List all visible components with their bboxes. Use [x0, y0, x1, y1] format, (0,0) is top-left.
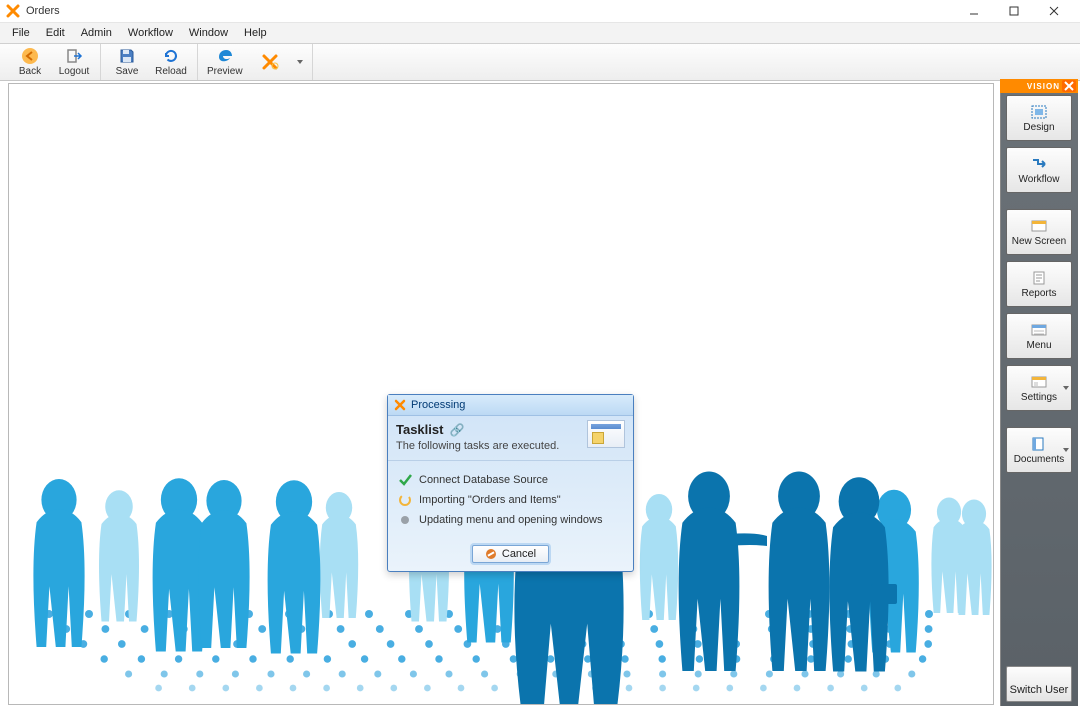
minimize-button[interactable]	[954, 0, 994, 22]
reports-label: Reports	[1021, 288, 1056, 299]
menu-file[interactable]: File	[4, 25, 38, 41]
window-thumbnail-icon	[587, 420, 625, 448]
dialog-title: Tasklist	[396, 422, 443, 437]
settings-button[interactable]: Settings	[1006, 365, 1072, 411]
dialog-header: Tasklist🔗 The following tasks are execut…	[388, 416, 633, 461]
menu-workflow[interactable]: Workflow	[120, 25, 181, 41]
reload-label: Reload	[155, 66, 187, 77]
check-icon	[398, 473, 412, 487]
back-button[interactable]: Back	[8, 44, 52, 80]
logout-button[interactable]: Logout	[52, 44, 96, 80]
menu-tool-label: Menu	[1026, 340, 1051, 351]
toolbar: Back Logout Save Reload Preview	[0, 44, 1080, 81]
cancel-icon	[485, 548, 497, 560]
save-label: Save	[116, 66, 139, 77]
app-x-tool[interactable]	[248, 44, 292, 80]
maximize-button[interactable]	[994, 0, 1034, 22]
menu-window[interactable]: Window	[181, 25, 236, 41]
documents-label: Documents	[1014, 454, 1065, 465]
canvas-area: Processing Tasklist🔗 The following tasks…	[8, 83, 994, 705]
app-x-icon	[394, 399, 406, 411]
x-tool-icon	[261, 53, 279, 71]
vision-x-icon[interactable]	[1062, 80, 1076, 92]
menu-edit[interactable]: Edit	[38, 25, 73, 41]
back-label: Back	[19, 66, 41, 77]
reports-button[interactable]: Reports	[1006, 261, 1072, 307]
workspace: Processing Tasklist🔗 The following tasks…	[0, 81, 1080, 706]
new-screen-icon	[1030, 218, 1048, 234]
pending-dot-icon	[398, 513, 412, 527]
dialog-titlebar[interactable]: Processing	[388, 395, 633, 416]
app-x-icon	[6, 4, 20, 18]
reload-button[interactable]: Reload	[149, 44, 193, 80]
settings-icon	[1030, 374, 1048, 390]
preview-button[interactable]: Preview	[202, 44, 248, 80]
cancel-label: Cancel	[502, 548, 536, 560]
back-arrow-icon	[21, 47, 39, 65]
new-screen-label: New Screen	[1012, 236, 1066, 247]
new-screen-button[interactable]: New Screen	[1006, 209, 1072, 255]
design-label: Design	[1023, 122, 1054, 133]
design-icon	[1030, 104, 1048, 120]
vision-header: VISION	[1000, 79, 1078, 93]
task-running: Importing "Orders and Items"	[398, 493, 623, 507]
menu-button[interactable]: Menu	[1006, 313, 1072, 359]
design-button[interactable]: Design	[1006, 95, 1072, 141]
task-running-label: Importing "Orders and Items"	[419, 494, 561, 506]
chevron-down-icon[interactable]	[1063, 444, 1069, 456]
cancel-button[interactable]: Cancel	[472, 545, 549, 563]
reload-icon	[162, 47, 180, 65]
chevron-down-icon[interactable]	[1063, 382, 1069, 394]
task-done: Connect Database Source	[398, 473, 623, 487]
reports-icon	[1030, 270, 1048, 286]
switch-user-label: Switch User	[1010, 684, 1069, 696]
dialog-window-title: Processing	[411, 399, 465, 411]
menu-tool-icon	[1030, 322, 1048, 338]
chain-link-icon: 🔗	[449, 423, 464, 437]
save-button[interactable]: Save	[105, 44, 149, 80]
close-button[interactable]	[1034, 0, 1074, 22]
floppy-icon	[118, 47, 136, 65]
menubar: File Edit Admin Workflow Window Help	[0, 22, 1080, 44]
switch-user-button[interactable]: Switch User	[1006, 666, 1072, 702]
task-list: Connect Database Source Importing "Order…	[388, 461, 633, 539]
logout-label: Logout	[59, 66, 90, 77]
settings-label: Settings	[1021, 392, 1057, 403]
edge-icon	[216, 47, 234, 65]
menu-help[interactable]: Help	[236, 25, 275, 41]
documents-button[interactable]: Documents	[1006, 427, 1072, 473]
preview-label: Preview	[207, 66, 243, 77]
documents-icon	[1030, 436, 1048, 452]
workflow-button[interactable]: Workflow	[1006, 147, 1072, 193]
vision-side-panel: VISION Design Workflow New Screen Report…	[1000, 81, 1078, 706]
workflow-icon	[1030, 156, 1048, 172]
logout-icon	[65, 47, 83, 65]
task-pending-label: Updating menu and opening windows	[419, 514, 602, 526]
tool-dropdown[interactable]	[292, 44, 308, 80]
processing-dialog: Processing Tasklist🔗 The following tasks…	[387, 394, 634, 572]
menu-admin[interactable]: Admin	[73, 25, 120, 41]
titlebar: Orders	[0, 0, 1080, 22]
window-title: Orders	[26, 5, 954, 17]
task-pending: Updating menu and opening windows	[398, 513, 623, 527]
task-done-label: Connect Database Source	[419, 474, 548, 486]
workflow-label: Workflow	[1019, 174, 1060, 185]
spinner-icon	[398, 493, 412, 507]
vision-header-label: VISION	[1027, 82, 1060, 91]
